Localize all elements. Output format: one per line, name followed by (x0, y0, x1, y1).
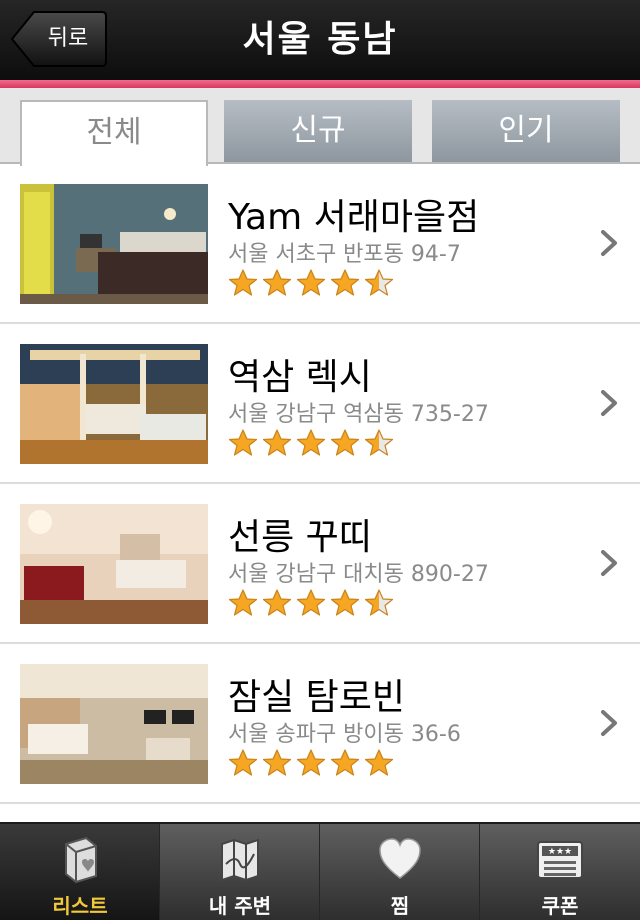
listing-photo (20, 504, 208, 624)
tab-new[interactable]: 신규 (224, 100, 412, 162)
list-box-icon (65, 836, 97, 884)
nav-bar: 뒤로 서울 동남 (0, 0, 640, 80)
list-item[interactable]: 선릉 꾸띠 서울 강남구 대치동 890-27 (0, 484, 640, 644)
listing-address: 서울 송파구 방이동 36-6 (228, 722, 461, 747)
star-full-icon (364, 749, 394, 776)
star-full-icon (296, 269, 326, 296)
listing-list: Yam 서래마을점 서울 서초구 반포동 94-7 역삼 렉시 서울 강남구 역… (0, 164, 640, 824)
listing-address: 서울 강남구 역삼동 735-27 (228, 402, 489, 427)
list-item[interactable]: Yam 서래마을점 서울 서초구 반포동 94-7 (0, 164, 640, 324)
star-full-icon (262, 429, 292, 456)
star-full-icon (296, 429, 326, 456)
tabbar-label: 내 주변 (208, 894, 272, 918)
tabbar-item-list[interactable]: 리스트 (0, 824, 160, 920)
star-full-icon (296, 589, 326, 616)
segment-tabs: 전체 신규 인기 (0, 88, 640, 166)
tabbar-label: 찜 (390, 894, 410, 918)
tab-all[interactable]: 전체 (20, 100, 208, 166)
star-full-icon (228, 589, 258, 616)
chevron-right-icon (601, 710, 617, 736)
map-icon (221, 838, 259, 882)
tabbar-item-coupon[interactable]: ★★★ 쿠폰 (480, 824, 640, 920)
page-title: 서울 동남 (242, 19, 398, 60)
tabbar-item-nearby[interactable]: 내 주변 (160, 824, 320, 920)
chevron-right-icon (601, 550, 617, 576)
tabbar-label: 리스트 (52, 894, 108, 918)
svg-text:★★★: ★★★ (548, 847, 572, 857)
star-full-icon (330, 269, 360, 296)
listing-name: 역삼 렉시 (228, 357, 372, 398)
chevron-right-icon (601, 230, 617, 256)
list-item[interactable]: 역삼 렉시 서울 강남구 역삼동 735-27 (0, 324, 640, 484)
listing-photo (20, 184, 208, 304)
heart-icon (379, 838, 421, 879)
listing-photo (20, 664, 208, 784)
tabbar-item-favorites[interactable]: 찜 (320, 824, 480, 920)
star-half-icon (364, 589, 394, 616)
listing-address: 서울 서초구 반포동 94-7 (228, 242, 461, 267)
rating-stars (228, 268, 394, 298)
tab-bar: 리스트 내 주변 찜 ★★★ 쿠폰 (0, 822, 640, 920)
tab-popular[interactable]: 인기 (432, 100, 620, 162)
star-half-icon (364, 269, 394, 296)
star-full-icon (330, 429, 360, 456)
star-full-icon (330, 589, 360, 616)
listing-address: 서울 강남구 대치동 890-27 (228, 562, 489, 587)
star-full-icon (228, 269, 258, 296)
listing-photo (20, 344, 208, 464)
star-full-icon (228, 749, 258, 776)
rating-stars (228, 428, 394, 458)
star-full-icon (262, 749, 292, 776)
list-item[interactable]: 잠실 탐로빈 서울 송파구 방이동 36-6 (0, 644, 640, 804)
back-button[interactable]: 뒤로 (10, 10, 108, 68)
star-full-icon (228, 429, 258, 456)
star-full-icon (262, 269, 292, 296)
star-full-icon (330, 749, 360, 776)
accent-stripe (0, 80, 640, 88)
star-half-icon (364, 429, 394, 456)
rating-stars (228, 588, 394, 618)
list-item-partial (0, 804, 640, 824)
listing-name: Yam 서래마을점 (228, 197, 480, 238)
chevron-right-icon (601, 390, 617, 416)
star-full-icon (262, 589, 292, 616)
star-full-icon (296, 749, 326, 776)
listing-name: 잠실 탐로빈 (228, 677, 406, 718)
rating-stars (228, 748, 394, 778)
coupon-icon: ★★★ (537, 841, 583, 879)
back-button-label: 뒤로 (47, 26, 89, 51)
listing-name: 선릉 꾸띠 (228, 517, 372, 558)
tabbar-label: 쿠폰 (541, 894, 579, 918)
